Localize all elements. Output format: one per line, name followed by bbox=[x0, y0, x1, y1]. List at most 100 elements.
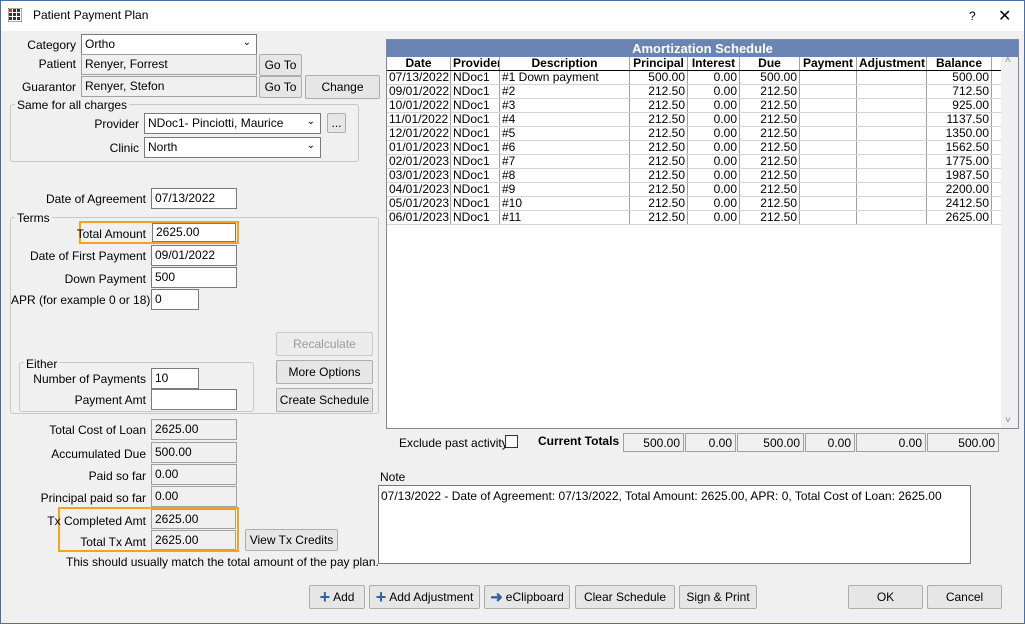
note-textarea[interactable]: 07/13/2022 - Date of Agreement: 07/13/20… bbox=[378, 485, 971, 564]
table-cell: 06/01/2023 bbox=[389, 211, 451, 224]
table-cell: 212.50 bbox=[630, 113, 688, 126]
table-cell: 212.50 bbox=[740, 85, 800, 98]
table-cell: 2412.50 bbox=[927, 197, 992, 210]
table-row[interactable]: 01/01/2023 NDoc1 #6 212.50 0.00 212.50 1562.50 bbox=[387, 141, 1018, 155]
total-tx-field: 2625.00 bbox=[151, 530, 236, 550]
table-cell: 1775.00 bbox=[927, 155, 992, 168]
help-button[interactable]: ? bbox=[969, 9, 976, 23]
first-payment-input[interactable]: 09/01/2022 bbox=[151, 245, 237, 266]
total-cost-field: 2625.00 bbox=[151, 419, 237, 440]
date-of-agreement-input[interactable]: 07/13/2022 bbox=[151, 188, 237, 209]
clinic-select[interactable]: North ⌄ bbox=[144, 137, 321, 158]
table-cell bbox=[800, 169, 857, 182]
column-header[interactable]: Date bbox=[387, 57, 451, 70]
table-cell: NDoc1 bbox=[451, 141, 500, 154]
table-row[interactable]: 11/01/2022 NDoc1 #4 212.50 0.00 212.50 1137.50 bbox=[387, 113, 1018, 127]
scroll-up-icon[interactable]: ˄ bbox=[1005, 55, 1011, 66]
add-adjustment-button[interactable]: + Add Adjustment bbox=[369, 585, 480, 609]
sign-print-button[interactable]: Sign & Print bbox=[679, 585, 757, 609]
create-schedule-button[interactable]: Create Schedule bbox=[276, 388, 373, 412]
window-title: Patient Payment Plan bbox=[33, 8, 149, 22]
column-header[interactable]: Payment bbox=[800, 57, 857, 70]
close-icon[interactable]: ✕ bbox=[998, 6, 1011, 26]
table-cell bbox=[857, 169, 927, 182]
guarantor-goto-button[interactable]: Go To bbox=[259, 76, 302, 98]
table-cell bbox=[857, 85, 927, 98]
clear-schedule-button[interactable]: Clear Schedule bbox=[575, 585, 675, 609]
app-grid-icon bbox=[8, 8, 22, 22]
column-header[interactable]: Due bbox=[740, 57, 800, 70]
table-cell: 07/13/2022 bbox=[389, 71, 451, 84]
table-cell: 0.00 bbox=[688, 197, 740, 210]
scroll-down-icon[interactable]: ˅ bbox=[1005, 415, 1011, 426]
table-cell: 09/01/2022 bbox=[389, 85, 451, 98]
table-row[interactable]: 04/01/2023 NDoc1 #9 212.50 0.00 212.50 2200.00 bbox=[387, 183, 1018, 197]
table-cell: NDoc1 bbox=[451, 169, 500, 182]
exclude-past-checkbox[interactable] bbox=[505, 435, 518, 448]
view-tx-credits-button[interactable]: View Tx Credits bbox=[245, 529, 338, 551]
table-cell: 1987.50 bbox=[927, 169, 992, 182]
table-row[interactable]: 06/01/2023 NDoc1 #11 212.50 0.00 212.50 2625.0… bbox=[387, 211, 1018, 225]
down-payment-input[interactable]: 500 bbox=[151, 267, 237, 288]
ok-button[interactable]: OK bbox=[848, 585, 923, 609]
more-options-button[interactable]: More Options bbox=[276, 360, 373, 384]
cancel-button[interactable]: Cancel bbox=[927, 585, 1002, 609]
table-cell: 925.00 bbox=[927, 99, 992, 112]
change-guarantor-button[interactable]: Change bbox=[305, 75, 380, 99]
column-header[interactable]: Principal bbox=[630, 57, 688, 70]
eclipboard-button[interactable]: ➜ eClipboard bbox=[484, 585, 570, 609]
category-select[interactable]: Ortho ⌄ bbox=[81, 34, 257, 55]
grid-vertical-scrollbar[interactable]: ˄ ˅ bbox=[1001, 55, 1018, 428]
provider-select[interactable]: NDoc1- Pinciotti, Maurice ⌄ bbox=[144, 113, 321, 134]
table-row[interactable]: 05/01/2023 NDoc1 #10 212.50 0.00 212.50 2412.5… bbox=[387, 197, 1018, 211]
table-cell: #9 bbox=[500, 183, 630, 196]
grid-header: Date Provider Description Principal Interest… bbox=[387, 57, 1018, 71]
table-cell: 212.50 bbox=[630, 211, 688, 224]
column-header[interactable]: Description bbox=[500, 57, 630, 70]
table-cell: 212.50 bbox=[740, 197, 800, 210]
apr-input[interactable]: 0 bbox=[151, 289, 199, 310]
total-payment: 0.00 bbox=[805, 433, 855, 452]
table-cell: 212.50 bbox=[740, 141, 800, 154]
column-header[interactable]: Provider bbox=[451, 57, 500, 70]
table-cell: NDoc1 bbox=[451, 113, 500, 126]
table-cell: 212.50 bbox=[630, 85, 688, 98]
amortization-grid[interactable]: Amortization Schedule Date Provider Descri… bbox=[386, 39, 1019, 429]
table-row[interactable]: 10/01/2022 NDoc1 #3 212.50 0.00 212.50 925.00 bbox=[387, 99, 1018, 113]
num-payments-input[interactable]: 10 bbox=[151, 368, 199, 389]
table-cell: NDoc1 bbox=[451, 127, 500, 140]
recalculate-button[interactable]: Recalculate bbox=[276, 332, 373, 356]
table-cell: 212.50 bbox=[740, 127, 800, 140]
paid-so-far-field: 0.00 bbox=[151, 464, 237, 485]
column-header[interactable]: Interest bbox=[688, 57, 740, 70]
table-row[interactable]: 12/01/2022 NDoc1 #5 212.50 0.00 212.50 1350.00 bbox=[387, 127, 1018, 141]
table-row[interactable]: 03/01/2023 NDoc1 #8 212.50 0.00 212.50 1987.50 bbox=[387, 169, 1018, 183]
add-button[interactable]: + Add bbox=[309, 585, 365, 609]
total-interest: 0.00 bbox=[685, 433, 736, 452]
payment-amt-label: Payment Amt bbox=[74, 393, 146, 407]
table-cell: 1137.50 bbox=[927, 113, 992, 126]
total-amount-input[interactable]: 2625.00 bbox=[152, 223, 236, 242]
total-due: 500.00 bbox=[737, 433, 804, 452]
table-cell: 10/01/2022 bbox=[389, 99, 451, 112]
table-row[interactable]: 09/01/2022 NDoc1 #2 212.50 0.00 212.50 712.50 bbox=[387, 85, 1018, 99]
column-header[interactable]: Adjustment bbox=[857, 57, 927, 70]
table-cell: NDoc1 bbox=[451, 211, 500, 224]
table-cell bbox=[857, 113, 927, 126]
patient-field: Renyer, Forrest bbox=[81, 54, 257, 75]
table-cell: 0.00 bbox=[688, 99, 740, 112]
table-cell: 03/01/2023 bbox=[389, 169, 451, 182]
table-row[interactable]: 07/13/2022 NDoc1 #1 Down payment 500.00 0.00… bbox=[387, 71, 1018, 85]
table-cell: 212.50 bbox=[630, 127, 688, 140]
total-tx-label: Total Tx Amt bbox=[80, 535, 146, 549]
column-header[interactable]: Balance bbox=[927, 57, 992, 70]
table-cell: 05/01/2023 bbox=[389, 197, 451, 210]
patient-goto-button[interactable]: Go To bbox=[259, 54, 302, 76]
table-cell: 212.50 bbox=[740, 99, 800, 112]
table-cell: #6 bbox=[500, 141, 630, 154]
table-cell: 500.00 bbox=[630, 71, 688, 84]
table-cell: 01/01/2023 bbox=[389, 141, 451, 154]
payment-amt-input[interactable] bbox=[151, 389, 237, 410]
table-row[interactable]: 02/01/2023 NDoc1 #7 212.50 0.00 212.50 1775.00 bbox=[387, 155, 1018, 169]
provider-pick-button[interactable]: ... bbox=[327, 113, 346, 133]
